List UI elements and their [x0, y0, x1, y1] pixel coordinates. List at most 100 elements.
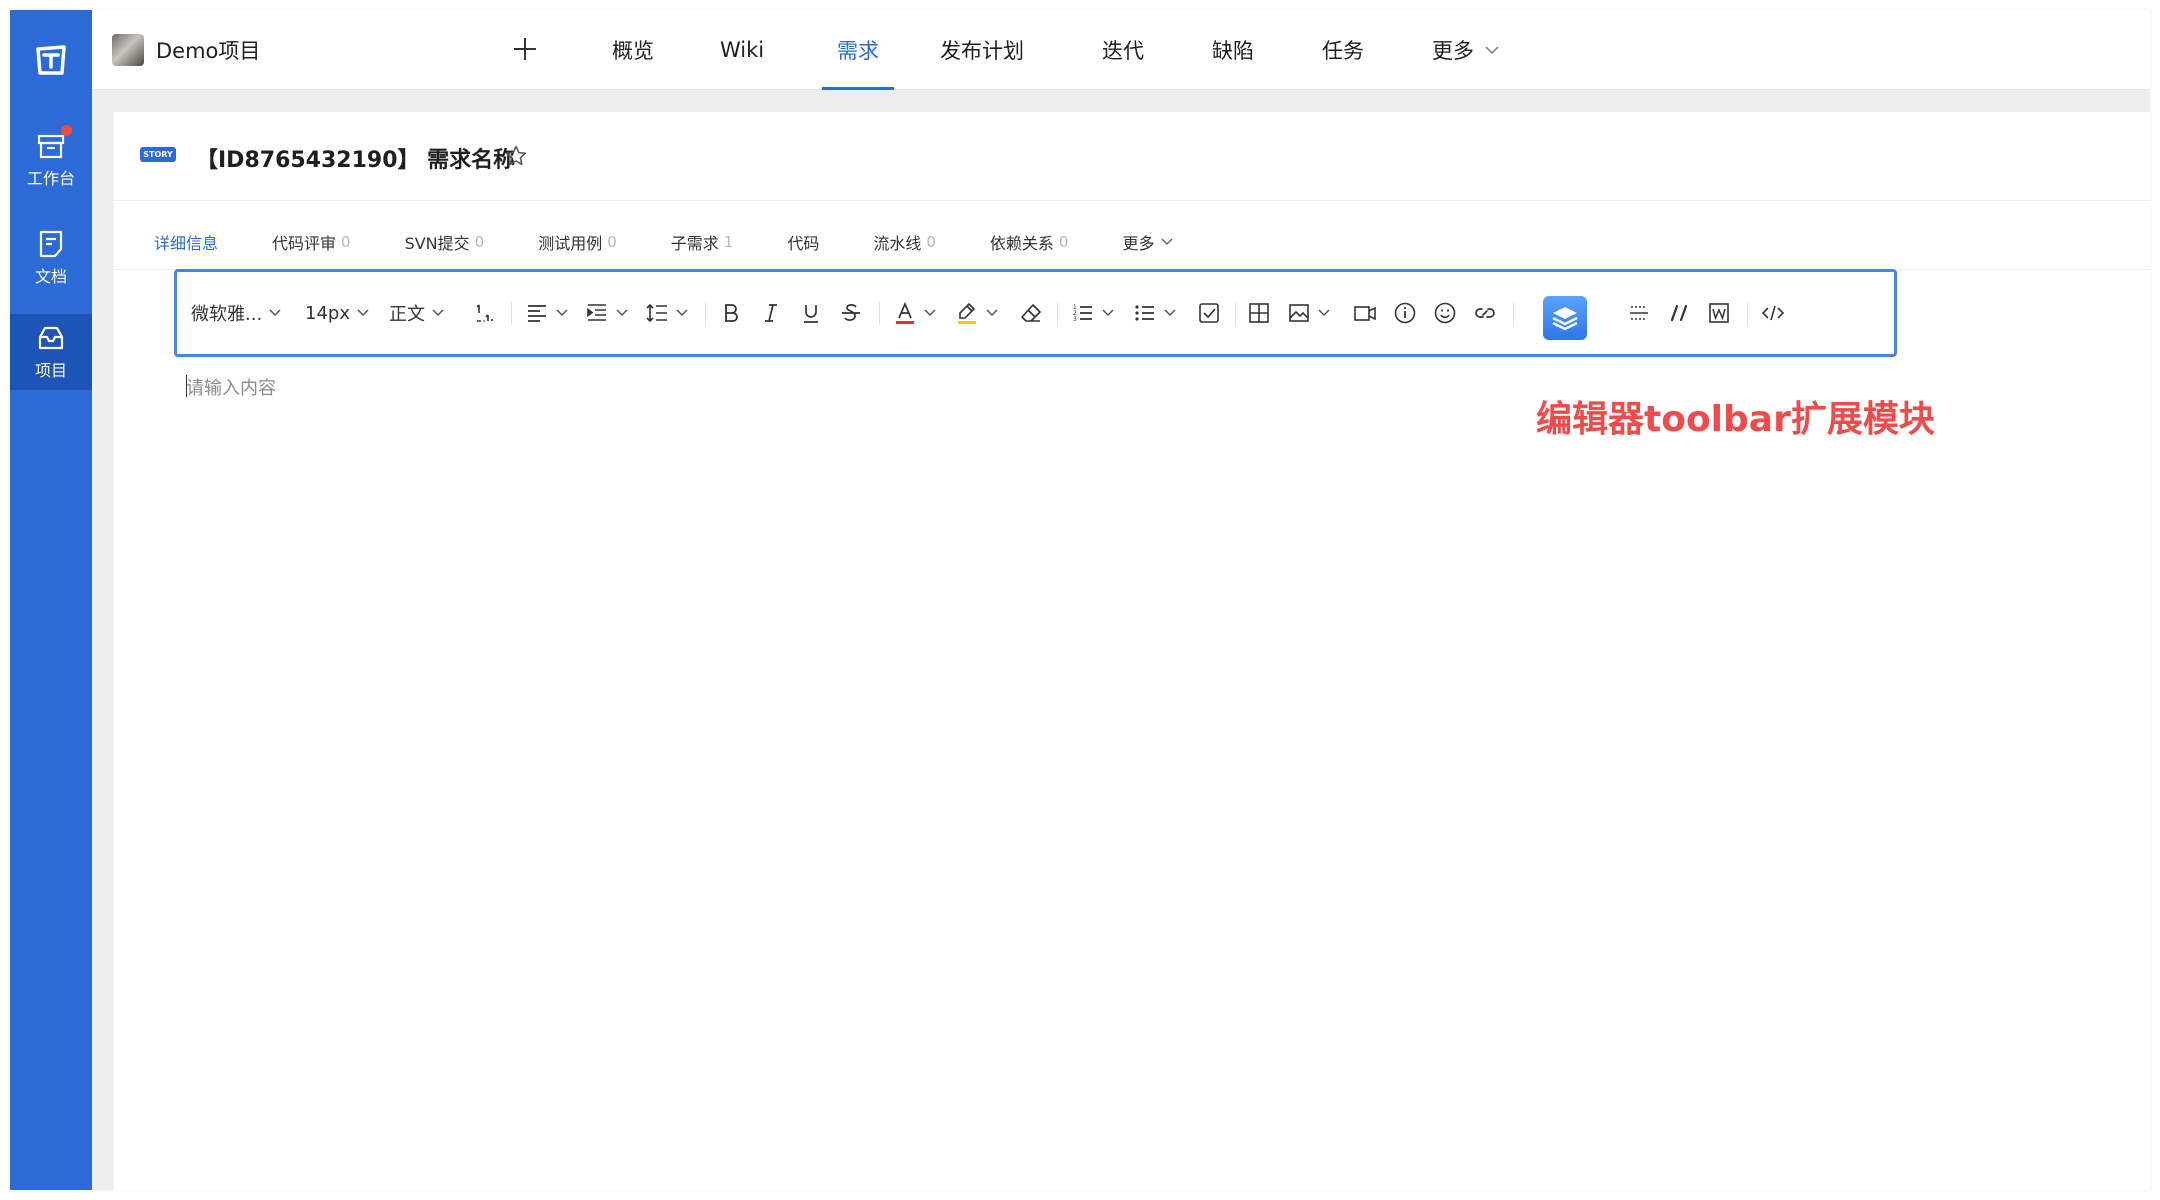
toolbar-separator [1057, 302, 1058, 326]
chevron-down-icon [357, 309, 369, 317]
link-button[interactable] [1473, 272, 1497, 354]
checklist-button[interactable] [1197, 272, 1221, 354]
indent-button[interactable] [585, 272, 629, 354]
toolbar-separator [1235, 302, 1236, 326]
rail-label: 工作台 [26, 169, 75, 188]
tab-more[interactable]: 更多 [1122, 222, 1174, 262]
tab-count: 1 [723, 233, 734, 251]
info-button[interactable] [1393, 272, 1417, 354]
nav-requirements[interactable]: 需求 [822, 10, 894, 90]
tab-label: 详细信息 [154, 234, 219, 253]
top-bar: Demo项目 概览 Wiki 需求 发布计划 迭代 缺陷 任务 更多 [92, 10, 2150, 90]
nav-wiki[interactable]: Wiki [720, 10, 768, 90]
notification-dot [61, 125, 72, 136]
ordered-list-button[interactable]: 123 [1071, 272, 1115, 354]
font-family-select[interactable]: 微软雅... [191, 272, 282, 354]
nav-tasks[interactable]: 任务 [1322, 10, 1370, 90]
tab-sub-requirements[interactable]: 子需求 1 [671, 222, 734, 262]
left-rail: 工作台 文档 项目 [10, 10, 92, 1190]
bullet-list-button[interactable] [1133, 272, 1177, 354]
nav-overview[interactable]: 概览 [612, 10, 672, 90]
extension-module-button[interactable] [1543, 296, 1587, 340]
image-button[interactable] [1287, 272, 1331, 354]
tab-label: SVN提交 [404, 234, 470, 253]
info-icon [1394, 302, 1416, 324]
chevron-down-icon [1161, 238, 1174, 246]
underline-icon [804, 305, 818, 323]
italic-button[interactable] [759, 272, 783, 354]
detail-tabs: 详细信息 代码评审 0 SVN提交 0 测试用例 0 子需求 1 代码 流水线 0 依赖关… [154, 222, 1228, 262]
rail-item-workbench[interactable]: 工作台 [10, 122, 92, 198]
gutter [92, 90, 114, 1190]
tab-svn-commits[interactable]: SVN提交 0 [405, 222, 485, 262]
tab-dependencies[interactable]: 依赖关系 0 [990, 222, 1069, 262]
rail-item-project[interactable]: 项目 [10, 314, 92, 390]
extension-layers-icon [1552, 307, 1578, 331]
paragraph-value: 正文 [389, 304, 425, 325]
annotation-label: 编辑器toolbar扩展模块 [1536, 399, 1935, 440]
editor-body[interactable]: 请输入内容 [186, 374, 276, 400]
chevron-down-icon [1164, 309, 1176, 317]
story-title: 【ID8765432190】 需求名称 [196, 148, 516, 173]
align-left-icon [528, 305, 546, 322]
highlight-button[interactable] [955, 272, 999, 354]
chevron-down-icon [432, 309, 444, 317]
clear-format-button[interactable] [1019, 272, 1043, 354]
font-size-select[interactable]: 14px [305, 272, 370, 354]
chevron-down-icon [616, 309, 628, 317]
strikethrough-button[interactable] [839, 272, 863, 354]
underline-button[interactable] [799, 272, 823, 354]
paragraph-spacing-icon [646, 303, 667, 323]
project-icon [36, 323, 66, 353]
document-icon [36, 229, 66, 259]
video-icon [1354, 306, 1376, 321]
font-color-button[interactable] [893, 272, 937, 354]
star-icon[interactable] [504, 144, 528, 168]
project-name: Demo项目 [156, 39, 261, 63]
project-avatar [112, 34, 144, 66]
tab-code[interactable]: 代码 [787, 222, 819, 262]
strikethrough-icon [842, 304, 860, 321]
font-color-icon [896, 301, 914, 324]
tab-test-cases[interactable]: 测试用例 0 [538, 222, 617, 262]
divider-button[interactable] [1627, 272, 1651, 354]
app-logo-icon[interactable] [10, 34, 92, 86]
align-button[interactable] [525, 272, 569, 354]
paragraph-select[interactable]: 正文 [389, 272, 445, 354]
link-icon [1475, 308, 1495, 318]
font-family-value: 微软雅... [191, 304, 263, 325]
chevron-down-icon [1485, 46, 1499, 55]
quote-button[interactable] [1667, 272, 1691, 354]
svg-text:3: 3 [1073, 316, 1077, 323]
add-icon[interactable] [510, 34, 540, 64]
word-import-icon [1709, 303, 1729, 323]
tab-code-review[interactable]: 代码评审 0 [272, 222, 351, 262]
table-button[interactable] [1247, 272, 1271, 354]
line-height-icon [476, 304, 493, 322]
paragraph-spacing-button[interactable] [645, 272, 689, 354]
project-switcher[interactable]: Demo项目 [112, 34, 260, 66]
divider-icon [1630, 306, 1648, 320]
chevron-down-icon [556, 309, 568, 317]
nav-more[interactable]: 更多 [1432, 10, 1500, 90]
word-import-button[interactable] [1707, 272, 1731, 354]
bullet-list-icon [1135, 305, 1154, 321]
tab-label: 依赖关系 [989, 234, 1054, 253]
table-icon [1249, 303, 1269, 323]
tab-details[interactable]: 详细信息 [154, 222, 218, 262]
checklist-icon [1199, 303, 1219, 323]
nav-defects[interactable]: 缺陷 [1212, 10, 1260, 90]
tab-count: 0 [1058, 233, 1069, 251]
eraser-icon [1021, 304, 1041, 322]
video-button[interactable] [1353, 272, 1377, 354]
tab-pipeline[interactable]: 流水线 0 [873, 222, 936, 262]
nav-iteration[interactable]: 迭代 [1102, 10, 1150, 90]
code-button[interactable] [1761, 272, 1785, 354]
editor-toolbar: 微软雅... 14px 正文 1 2 3 [174, 269, 1897, 357]
line-height-button[interactable] [473, 272, 497, 354]
rail-item-docs[interactable]: 文档 [10, 220, 92, 296]
nav-release-plan[interactable]: 发布计划 [940, 10, 1036, 90]
toolbar-separator [1513, 302, 1514, 326]
bold-button[interactable] [719, 272, 743, 354]
emoji-button[interactable] [1433, 272, 1457, 354]
